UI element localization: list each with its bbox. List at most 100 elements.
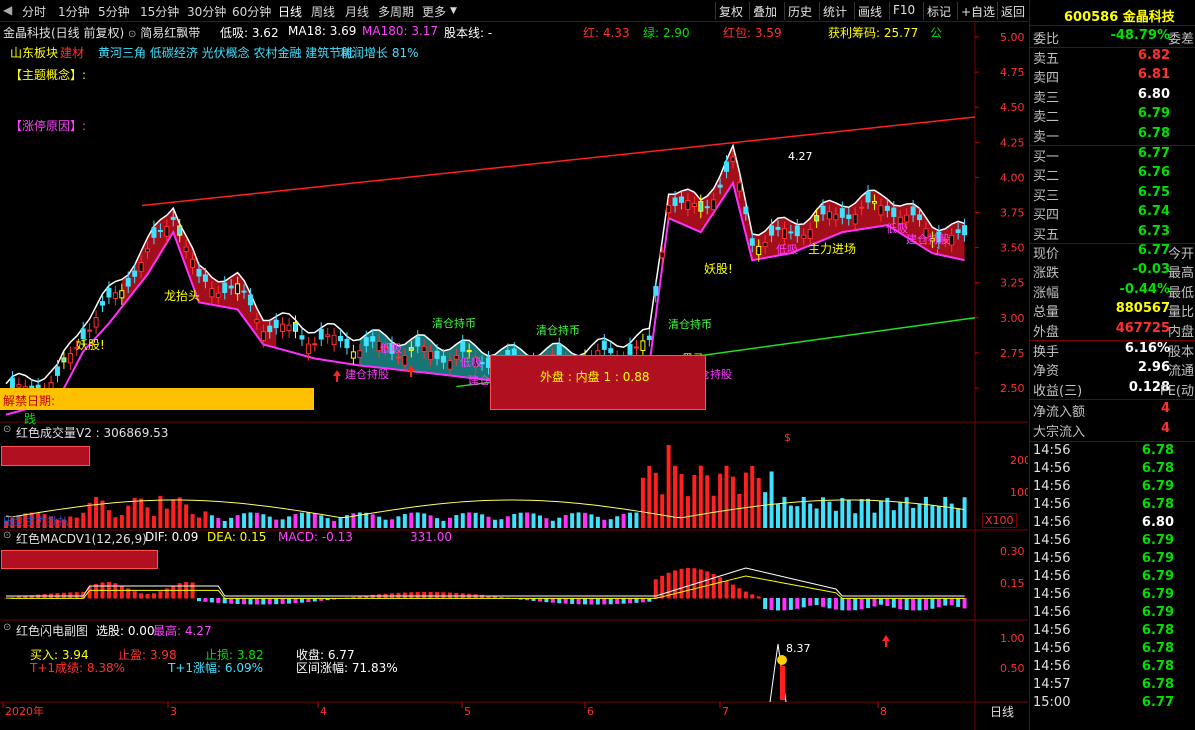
tick-row[interactable]: 14:56 6.78 [1030,497,1195,515]
more-chevron-icon[interactable]: ▼ [450,6,457,16]
candle-body [633,346,639,349]
macd-bar [930,598,935,609]
tick-row[interactable]: 14:56 6.79 [1030,605,1195,623]
btn-add-watch[interactable]: +自选 [957,2,998,20]
macd-bar [209,598,214,603]
volume-bar [209,515,214,528]
tick-row[interactable]: 14:56 6.79 [1030,479,1195,497]
btn-restore-right[interactable]: 复权 [715,2,746,20]
macd-bar [936,598,941,608]
row-value: 6.79 [1137,106,1170,122]
btn-history[interactable]: 历史 [784,2,815,20]
candle-body [788,231,794,234]
tick-row[interactable]: 14:56 6.80 [1030,515,1195,533]
volume-bar [537,515,542,528]
volume-bar [518,512,523,528]
row-value: 2.96 [1137,360,1170,376]
candle-body [704,206,710,209]
volume-bar [383,519,388,528]
btn-overlay[interactable]: 叠加 [749,2,780,20]
btn-f10[interactable]: F10 [889,2,918,20]
macd-bar [898,598,903,610]
row-label: 买一 [1033,150,1060,165]
macd-bar [615,598,620,605]
volume-settings-icon[interactable]: ⊙ [3,424,11,435]
candle-body [872,200,877,204]
macd-bar [441,592,446,599]
bottom-period-label[interactable]: 日线 [990,703,1014,720]
macd-bar [718,577,723,599]
volume-bar [647,465,652,528]
tab-period-4[interactable]: 30分钟 [187,3,226,20]
tick-row[interactable]: 14:56 6.79 [1030,533,1195,551]
tab-period-8[interactable]: 月线 [345,3,369,20]
cost-label: 股本线: - [444,26,493,40]
macd-settings-icon[interactable]: ⊙ [3,530,11,541]
volume-bar [512,514,517,528]
candle-body [280,323,286,332]
candle-body [318,328,324,340]
volume-bar [795,506,800,528]
tick-row[interactable]: 14:56 6.79 [1030,569,1195,587]
volume-bar [891,510,896,528]
y-tick-label: 4.75 [1000,66,1025,79]
tick-row[interactable]: 14:56 6.78 [1030,641,1195,659]
indicator-dropdown[interactable]: ⊙ 简易红飘带 [128,24,200,41]
tick-row[interactable]: 14:56 6.78 [1030,623,1195,641]
y-tick-label: 5.00 [1000,31,1025,44]
candle-body [884,205,890,211]
candle-body [736,182,742,192]
tab-period-10[interactable]: 更多 [422,3,446,20]
tab-period-0[interactable]: 分时 [22,3,46,20]
volume-bar [480,514,485,528]
volume-bar [943,496,948,528]
tick-row[interactable]: 14:57 6.78 [1030,677,1195,695]
tick-row[interactable]: 14:56 6.78 [1030,461,1195,479]
tab-period-6[interactable]: 日线 [278,3,302,20]
tick-row[interactable]: 14:56 6.79 [1030,587,1195,605]
tick-price: 6.78 [1141,623,1174,638]
macd-bar [859,598,864,610]
candle-body [769,225,775,236]
tab-period-3[interactable]: 15分钟 [140,3,179,20]
tab-period-1[interactable]: 1分钟 [58,3,90,20]
volume-bar [550,520,555,528]
candle-body [762,241,768,248]
tick-row[interactable]: 14:56 6.79 [1030,551,1195,569]
candle-body [749,238,755,246]
volume-bar [390,519,394,528]
tab-period-9[interactable]: 多周期 [378,3,414,20]
btn-back[interactable]: 返回 [997,2,1028,20]
row-value: 6.73 [1137,223,1170,239]
signal-label: 低吸 [380,342,402,355]
volume-bar [364,512,369,528]
hongbao-label: 红包: 3.59 [723,26,782,40]
tick-time: 14:56 [1033,461,1071,476]
macd-bar [216,598,221,603]
macd-bar [151,593,156,599]
tab-period-2[interactable]: 5分钟 [98,3,130,20]
signal-label: 清仓持币 [432,316,476,330]
flash-settings-icon[interactable]: ⊙ [3,622,11,633]
macd-extra: 331.00 [410,530,452,544]
candle-body [254,319,260,324]
candle-body [344,338,350,349]
weibi-right: 委差 [1167,32,1194,47]
tick-row[interactable]: 15:00 6.77 [1030,695,1195,713]
btn-draw[interactable]: 画线 [854,2,885,20]
btn-mark[interactable]: 标记 [923,2,954,20]
concepts: 黄河三角 低碳经济 光伏概念 农村金融 建筑节能 [98,46,354,60]
tick-row[interactable]: 14:56 6.78 [1030,659,1195,677]
collapse-icon[interactable]: ◀ [3,3,12,17]
volume-button[interactable] [1,446,90,466]
tab-period-5[interactable]: 60分钟 [232,3,271,20]
macd-button[interactable] [1,550,158,569]
volume-bar [454,515,459,528]
btn-stats[interactable]: 统计 [819,2,850,20]
volume-bar [840,498,845,528]
tick-row[interactable]: 14:56 6.78 [1030,443,1195,461]
volume-bar [325,518,330,528]
tick-time: 14:56 [1033,443,1071,458]
tab-period-7[interactable]: 周线 [311,3,335,20]
candle-body [312,343,318,346]
